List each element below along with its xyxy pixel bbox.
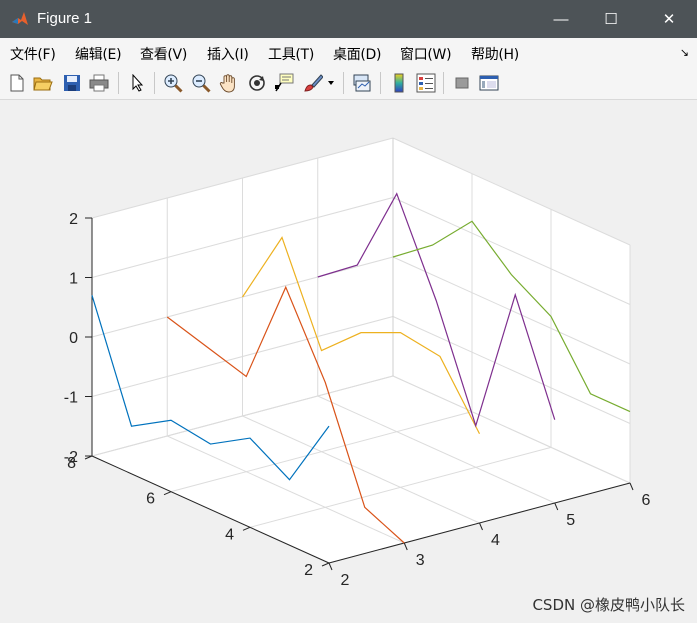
z-tick-label: 0: [69, 330, 78, 347]
show-plot-tools-icon[interactable]: [478, 72, 500, 94]
y-tick-label: 6: [146, 491, 155, 508]
plot-3d[interactable]: 234562468-2-1012: [0, 101, 697, 623]
hide-plot-tools-icon[interactable]: [451, 72, 473, 94]
csdn-watermark: CSDN @橡皮鸭小队长: [532, 596, 685, 614]
close-button[interactable]: ✕: [643, 0, 695, 38]
toolbar-separator: [118, 72, 119, 94]
edit-plot-arrow-icon[interactable]: [126, 72, 148, 94]
dock-figure-icon[interactable]: ↘: [680, 46, 689, 59]
menu-desktop[interactable]: 桌面(D): [333, 44, 382, 64]
x-tick-mark: [629, 482, 634, 491]
menu-edit[interactable]: 编辑(E): [75, 44, 122, 64]
menu-help[interactable]: 帮助(H): [471, 44, 519, 64]
z-tick-label: -2: [64, 449, 78, 466]
menu-bar: 文件(F) 编辑(E) 查看(V) 插入(I) 工具(T) 桌面(D) 窗口(W…: [0, 38, 697, 66]
y-tick-mark: [321, 562, 330, 567]
brush-icon[interactable]: [302, 72, 324, 94]
z-tick-label: 2: [69, 211, 78, 228]
x-tick-mark: [328, 562, 333, 571]
y-tick-mark: [163, 491, 172, 496]
y-tick-label: 4: [225, 526, 234, 543]
x-tick-mark: [403, 542, 408, 551]
link-plot-icon[interactable]: [351, 72, 373, 94]
menu-view[interactable]: 查看(V): [140, 44, 187, 64]
figure-toolbar: [0, 66, 697, 100]
x-tick-label: 6: [642, 492, 651, 509]
toolbar-separator: [443, 72, 444, 94]
minimize-button[interactable]: —: [535, 0, 587, 38]
pan-hand-icon[interactable]: [218, 72, 240, 94]
rotate-3d-icon[interactable]: [246, 72, 268, 94]
print-icon[interactable]: [88, 72, 110, 94]
new-figure-icon[interactable]: [6, 72, 28, 94]
toolbar-separator: [380, 72, 381, 94]
window-title: Figure 1: [37, 10, 93, 27]
x-tick-label: 3: [416, 552, 425, 569]
menu-tools[interactable]: 工具(T): [268, 44, 314, 64]
toolbar-separator: [154, 72, 155, 94]
z-tick-label: 1: [69, 271, 78, 288]
x-tick-label: 4: [491, 532, 500, 549]
data-cursor-icon[interactable]: [273, 72, 295, 94]
open-file-icon[interactable]: [32, 72, 54, 94]
x-tick-label: 2: [341, 572, 350, 589]
matlab-logo-icon: [10, 9, 30, 29]
menu-file[interactable]: 文件(F): [10, 44, 56, 64]
x-tick-label: 5: [566, 512, 575, 529]
maximize-button[interactable]: ☐: [585, 0, 637, 38]
x-tick-mark: [479, 522, 483, 531]
z-tick-label: -1: [64, 390, 78, 407]
toolbar-separator: [343, 72, 344, 94]
x-tick-mark: [554, 502, 559, 511]
zoom-in-icon[interactable]: [162, 72, 184, 94]
axes-grid: [91, 137, 631, 564]
brush-dropdown-icon[interactable]: [326, 72, 336, 94]
zoom-out-icon[interactable]: [190, 72, 212, 94]
y-tick-label: 2: [304, 562, 313, 579]
window-title-bar[interactable]: Figure 1 — ☐ ✕: [0, 0, 697, 38]
y-tick-mark: [242, 526, 251, 531]
save-icon[interactable]: [61, 72, 83, 94]
colorbar-icon[interactable]: [388, 72, 410, 94]
figure-canvas[interactable]: 2 3 4 5 6 2 4 6 8 -2 -1 0 1 2 CSDN @橡皮鸭小队长: [0, 101, 697, 623]
legend-icon[interactable]: [415, 72, 437, 94]
menu-window[interactable]: 窗口(W): [400, 44, 452, 64]
menu-insert[interactable]: 插入(I): [207, 44, 249, 64]
